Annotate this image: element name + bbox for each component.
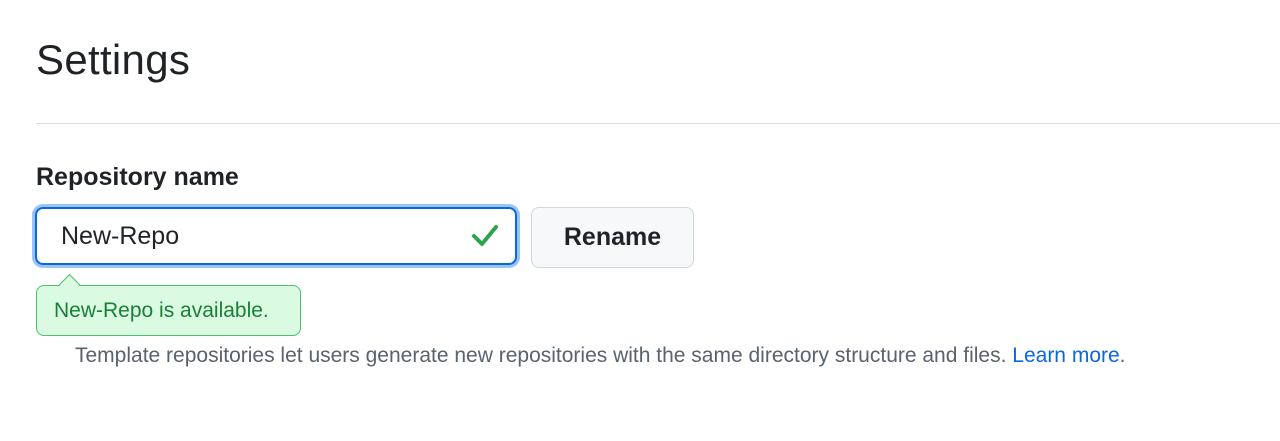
template-repository-help-text: Template repositories let users generate… bbox=[75, 344, 1126, 367]
tooltip-arrow bbox=[58, 273, 81, 296]
repository-name-label: Repository name bbox=[36, 163, 239, 191]
repository-name-field-container[interactable] bbox=[35, 207, 517, 265]
rename-button[interactable]: Rename bbox=[531, 207, 694, 268]
learn-more-link[interactable]: Learn more bbox=[1012, 344, 1119, 367]
page-title: Settings bbox=[36, 36, 191, 83]
template-repository-description: Template repositories let users generate… bbox=[75, 344, 1007, 367]
repository-name-input[interactable] bbox=[37, 209, 457, 263]
check-icon bbox=[472, 225, 498, 246]
settings-page: Settings Repository name Rename Template… bbox=[0, 0, 1280, 441]
title-divider bbox=[36, 123, 1280, 124]
availability-tooltip: New-Repo is available. bbox=[36, 273, 301, 336]
availability-message: New-Repo is available. bbox=[54, 299, 269, 322]
